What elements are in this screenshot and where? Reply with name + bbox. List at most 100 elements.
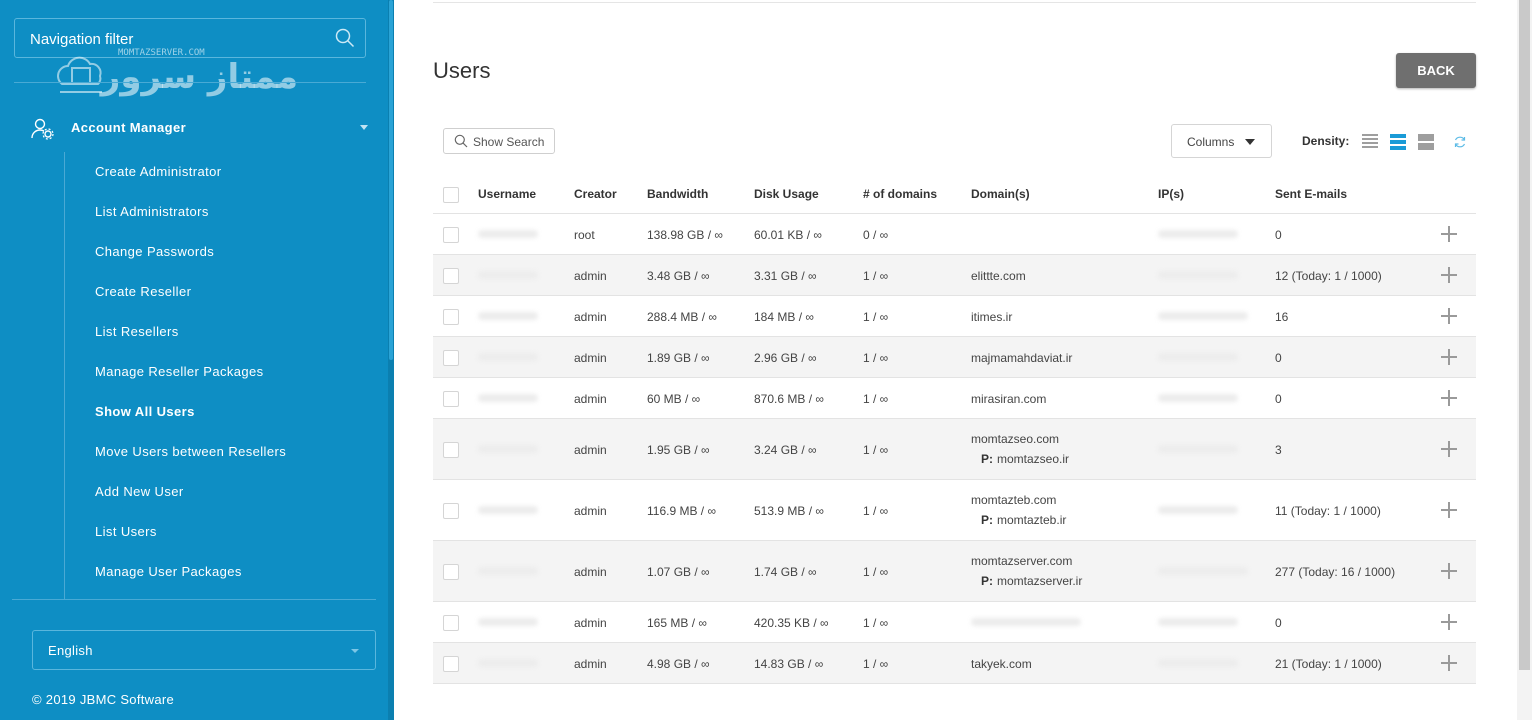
row-checkbox[interactable] [443,564,459,580]
main-scrollbar[interactable] [1517,0,1532,720]
column-header-domains[interactable]: Domain(s) [971,187,1030,201]
domain-cell[interactable]: takyek.com [971,657,1032,671]
domain-count-cell: 1 / ∞ [863,351,889,365]
refresh-icon[interactable] [1453,135,1467,149]
expand-row-plus-icon[interactable] [1441,614,1457,630]
domain-cell[interactable]: momtazseo.com [971,432,1059,446]
table-row[interactable]: root 138.98 GB / ∞ 60.01 KB / ∞ 0 / ∞ 0 [433,214,1476,255]
column-header-domain-count[interactable]: # of domains [863,187,937,201]
density-compact-icon[interactable] [1362,134,1378,150]
row-checkbox[interactable] [443,227,459,243]
table-row[interactable]: admin 1.89 GB / ∞ 2.96 GB / ∞ 1 / ∞ majm… [433,337,1476,378]
language-select[interactable]: English [32,630,376,670]
sidebar-item-manage-user-packages[interactable]: Manage User Packages [95,560,286,600]
table-row[interactable]: admin 116.9 MB / ∞ 513.9 MB / ∞ 1 / ∞ mo… [433,480,1476,541]
account-manager-section[interactable]: Account Manager [30,114,375,140]
sidebar-item-change-passwords[interactable]: Change Passwords [95,240,286,280]
column-header-creator[interactable]: Creator [574,187,617,201]
density-normal-icon[interactable] [1390,134,1406,150]
expand-row-plus-icon[interactable] [1441,563,1457,579]
pointer-domain: P: momtazteb.ir [971,513,1066,527]
disk-usage-cell: 2.96 GB / ∞ [754,351,817,365]
column-header-username[interactable]: Username [478,187,536,201]
domain-cell[interactable]: momtazteb.com [971,493,1056,507]
row-checkbox[interactable] [443,391,459,407]
sidebar-item-move-users-between-resellers[interactable]: Move Users between Resellers [95,440,286,480]
disk-usage-cell: 1.74 GB / ∞ [754,565,817,579]
density-comfortable-icon[interactable] [1418,134,1434,150]
domain-redacted [971,618,1081,626]
sent-emails-cell: 3 [1275,443,1282,457]
ip-redacted [1158,567,1248,575]
column-header-sent-emails[interactable]: Sent E-mails [1275,187,1347,201]
density-label: Density: [1302,134,1350,148]
search-icon[interactable] [335,28,355,48]
username-redacted [478,353,538,361]
creator-cell: root [574,228,595,242]
table-row[interactable]: admin 4.98 GB / ∞ 14.83 GB / ∞ 1 / ∞ tak… [433,643,1476,684]
row-checkbox[interactable] [443,615,459,631]
row-checkbox[interactable] [443,656,459,672]
main-top-divider [433,2,1476,3]
select-all-checkbox[interactable] [443,187,459,203]
show-search-button[interactable]: Show Search [443,128,555,154]
pointer-domain-value[interactable]: momtazseo.ir [997,452,1069,466]
username-redacted [478,271,538,279]
sidebar-item-create-reseller[interactable]: Create Reseller [95,280,286,320]
sidebar: Navigation filter ممتاز سرور MOMTAZSERVE… [0,0,388,720]
column-header-bandwidth[interactable]: Bandwidth [647,187,708,201]
row-checkbox[interactable] [443,268,459,284]
sidebar-item-manage-reseller-packages[interactable]: Manage Reseller Packages [95,360,286,400]
columns-dropdown[interactable]: Columns [1171,124,1272,158]
sidebar-divider [12,599,376,600]
domain-cell[interactable]: majmamahdaviat.ir [971,351,1072,365]
main-scrollbar-thumb[interactable] [1519,0,1530,670]
pointer-domain: P: momtazserver.ir [971,574,1082,588]
row-checkbox[interactable] [443,309,459,325]
table-row[interactable]: admin 165 MB / ∞ 420.35 KB / ∞ 1 / ∞ 0 [433,602,1476,643]
bandwidth-cell: 3.48 GB / ∞ [647,269,710,283]
expand-row-plus-icon[interactable] [1441,267,1457,283]
expand-row-plus-icon[interactable] [1441,655,1457,671]
expand-row-plus-icon[interactable] [1441,441,1457,457]
back-button[interactable]: BACK [1396,53,1476,88]
row-checkbox[interactable] [443,503,459,519]
expand-row-plus-icon[interactable] [1441,502,1457,518]
chevron-down-icon [360,125,368,130]
momtazserver-logo: ممتاز سرور MOMTAZSERVER.COM [57,48,298,97]
sent-emails-cell: 0 [1275,228,1282,242]
sidebar-item-list-administrators[interactable]: List Administrators [95,200,286,240]
expand-row-plus-icon[interactable] [1441,226,1457,242]
creator-cell: admin [574,269,607,283]
sidebar-item-create-administrator[interactable]: Create Administrator [95,160,286,200]
sent-emails-cell: 0 [1275,392,1282,406]
sidebar-item-show-all-users[interactable]: Show All Users [95,400,286,440]
sidebar-divider [14,82,366,83]
domain-cell[interactable]: mirasiran.com [971,392,1046,406]
table-row[interactable]: admin 60 MB / ∞ 870.6 MB / ∞ 1 / ∞ miras… [433,378,1476,419]
sidebar-item-list-resellers[interactable]: List Resellers [95,320,286,360]
domain-cell[interactable]: itimes.ir [971,310,1012,324]
row-checkbox[interactable] [443,350,459,366]
sidebar-scrollbar[interactable] [388,0,394,720]
disk-usage-cell: 420.35 KB / ∞ [754,616,829,630]
sidebar-scrollbar-thumb[interactable] [389,0,393,360]
expand-row-plus-icon[interactable] [1441,308,1457,324]
table-row[interactable]: admin 288.4 MB / ∞ 184 MB / ∞ 1 / ∞ itim… [433,296,1476,337]
pointer-domain-value[interactable]: momtazserver.ir [997,574,1082,588]
row-checkbox[interactable] [443,442,459,458]
domain-cell[interactable]: elittte.com [971,269,1026,283]
pointer-tag: P: [981,574,993,588]
sidebar-item-add-new-user[interactable]: Add New User [95,480,286,520]
table-row[interactable]: admin 1.95 GB / ∞ 3.24 GB / ∞ 1 / ∞ momt… [433,419,1476,480]
expand-row-plus-icon[interactable] [1441,390,1457,406]
column-header-ips[interactable]: IP(s) [1158,187,1184,201]
pointer-domain-value[interactable]: momtazteb.ir [997,513,1066,527]
expand-row-plus-icon[interactable] [1441,349,1457,365]
sidebar-item-list-users[interactable]: List Users [95,520,286,560]
table-row[interactable]: admin 1.07 GB / ∞ 1.74 GB / ∞ 1 / ∞ momt… [433,541,1476,602]
column-header-disk-usage[interactable]: Disk Usage [754,187,819,201]
domain-cell[interactable]: momtazserver.com [971,554,1072,568]
bandwidth-cell: 116.9 MB / ∞ [647,504,717,518]
table-row[interactable]: admin 3.48 GB / ∞ 3.31 GB / ∞ 1 / ∞ elit… [433,255,1476,296]
